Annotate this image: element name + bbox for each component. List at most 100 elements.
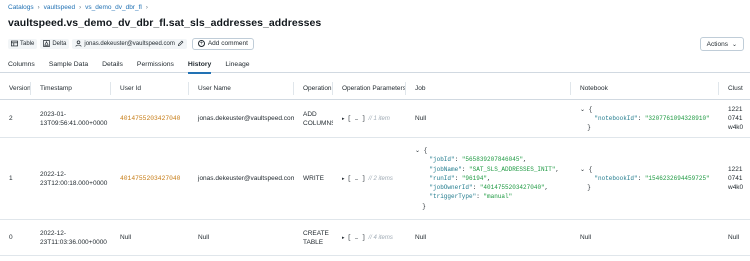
add-comment-button[interactable]: + Add comment <box>191 37 254 50</box>
cell-user-name: jonas.dekeuster@vaultspeed.com <box>198 175 294 182</box>
timestamp-time: 13T09:56:41.000+0000 <box>40 119 108 127</box>
timestamp-time: 23T12:00:18.000+0000 <box>40 179 108 187</box>
operation-line: ADD <box>303 110 317 118</box>
json-entry: "notebookId": "1546232694459725" <box>594 174 710 182</box>
timestamp-date: 2023-01- <box>40 110 67 118</box>
actions-button[interactable]: Actions ⌄ <box>699 37 744 51</box>
json-open: ⌄ { <box>415 147 428 155</box>
column-header-notebook[interactable]: Notebook <box>571 78 719 99</box>
cell-operation-parameters: ▸ [ … ] // 2 items <box>333 138 406 219</box>
operation-line: COLUMNS <box>303 119 333 127</box>
operation-line: CREATE <box>303 229 329 237</box>
cell-timestamp: 2023-01- 13T09:56:41.000+0000 <box>31 100 111 137</box>
timestamp-time: 23T11:03:36.000+0000 <box>40 238 107 246</box>
breadcrumb-item-schema[interactable]: vs_demo_dv_dbr_fl <box>85 4 142 11</box>
cell-user-id: 4014755203427040 <box>111 100 189 137</box>
json-entry: "jobOwnerId": "4014755203427040", <box>429 184 549 192</box>
table-row: 0 2022-12- 23T11:03:36.000+0000 Null Nul… <box>0 220 750 256</box>
column-header-operation-parameters[interactable]: Operation Parameters <box>333 78 406 99</box>
actions-label: Actions <box>706 40 728 48</box>
json-close: } <box>415 202 426 210</box>
tab-history[interactable]: History <box>187 56 212 74</box>
json-entry: "runId": "96194", <box>429 174 491 182</box>
history-table: Version Timestamp User Id User Name Oper… <box>0 78 750 256</box>
cell-timestamp: 2022-12- 23T11:03:36.000+0000 <box>31 220 111 255</box>
user-icon <box>75 40 82 47</box>
owner-badge[interactable]: jonas.dekeuster@vaultspeed.com <box>72 38 187 49</box>
user-id-value: 4014755203427040 <box>120 115 181 122</box>
column-header-version[interactable]: Version <box>0 78 31 99</box>
edit-icon <box>177 40 184 47</box>
cell-job: Null <box>415 115 427 122</box>
table-meta-row: Table Delta jonas.dekeuster@vaultspeed.c… <box>8 37 254 50</box>
user-id-value: 4014755203427040 <box>120 175 181 182</box>
cell-timestamp: 2022-12- 23T12:00:18.000+0000 <box>31 138 111 219</box>
cell-operation-parameters: ▸ [ … ] // 1 item <box>333 100 406 137</box>
breadcrumb-item-catalog[interactable]: vaultspeed <box>44 4 75 11</box>
column-header-operation[interactable]: Operation <box>294 78 333 99</box>
json-close: } <box>580 184 591 192</box>
cell-job: Null <box>415 234 427 241</box>
chevron-down-icon: ⌄ <box>731 41 737 48</box>
json-entry: "triggerType": "manual" <box>429 193 513 201</box>
json-entry: "notebookId": "3207761094328910" <box>594 114 710 122</box>
operation-parameters-toggle[interactable]: ▸ [ … ] // 4 items <box>342 234 393 241</box>
table-icon <box>11 40 18 47</box>
table-row: 2 2023-01- 13T09:56:41.000+0000 40147552… <box>0 100 750 138</box>
operation-line: TABLE <box>303 238 324 246</box>
column-header-job[interactable]: Job <box>406 78 571 99</box>
cell-cluster: 1221 0741 w4k0 <box>728 166 744 191</box>
cell-notebook: Null <box>580 234 592 241</box>
cell-version: 0 <box>9 234 13 241</box>
tab-bar: Columns Sample Data Details Permissions … <box>0 56 750 74</box>
notebook-json[interactable]: ⌄ { "notebookId": "1546232694459725" } <box>580 165 710 193</box>
table-type-label: Table <box>20 40 35 47</box>
json-close: } <box>580 124 591 132</box>
owner-email: jonas.dekeuster@vaultspeed.com <box>84 40 175 47</box>
column-header-user-id[interactable]: User Id <box>111 78 189 99</box>
json-entry: "jobId": "565839207846045", <box>429 156 527 164</box>
tab-lineage[interactable]: Lineage <box>225 56 249 73</box>
cell-operation: WRITE <box>303 175 324 182</box>
chevron-right-icon: › <box>37 4 40 11</box>
tab-columns[interactable]: Columns <box>8 56 35 73</box>
notebook-json[interactable]: ⌄ { "notebookId": "3207761094328910" } <box>580 105 710 133</box>
operation-parameters-toggle[interactable]: ▸ [ … ] // 1 item <box>342 115 390 122</box>
item-count: // 1 item <box>368 115 390 122</box>
json-open: ⌄ { <box>580 105 593 113</box>
plus-icon: + <box>197 40 205 47</box>
tab-sample-data[interactable]: Sample Data <box>49 56 88 73</box>
operation-parameters-toggle[interactable]: ▸ [ … ] // 2 items <box>342 175 393 182</box>
cell-job: ⌄ { "jobId": "565839207846045", "jobName… <box>406 138 571 219</box>
tab-details[interactable]: Details <box>102 56 123 73</box>
cell-user-id: Null <box>120 234 132 241</box>
cell-operation: CREATE TABLE <box>294 220 333 255</box>
cell-version: 1 <box>9 175 13 182</box>
column-header-cluster[interactable]: Clust <box>719 78 750 99</box>
json-entry: "jobName": "SAT_SLS_ADDRESSES_INIT", <box>429 165 560 173</box>
job-json[interactable]: ⌄ { "jobId": "565839207846045", "jobName… <box>415 146 559 210</box>
collapsed-brackets: [ … ] <box>347 234 366 241</box>
breadcrumb-item-catalogs[interactable]: Catalogs <box>8 4 34 11</box>
chevron-right-icon: ▸ <box>342 234 345 241</box>
page-title: vaultspeed.vs_demo_dv_dbr_fl.sat_sls_add… <box>8 17 322 29</box>
column-header-user-name[interactable]: User Name <box>189 78 294 99</box>
cell-operation: ADD COLUMNS <box>294 100 333 137</box>
cell-version: 2 <box>9 115 13 122</box>
chevron-right-icon: › <box>145 4 148 11</box>
item-count: // 4 items <box>368 234 393 241</box>
cell-operation-parameters: ▸ [ … ] // 4 items <box>333 220 406 255</box>
cell-notebook: ⌄ { "notebookId": "1546232694459725" } <box>571 138 719 219</box>
item-count: // 2 items <box>368 175 393 182</box>
table-row: 1 2022-12- 23T12:00:18.000+0000 40147552… <box>0 138 750 220</box>
chevron-right-icon: › <box>79 4 82 11</box>
table-format-label: Delta <box>52 40 67 47</box>
chevron-right-icon: ▸ <box>342 175 345 182</box>
table-format-badge: Delta <box>40 38 70 49</box>
timestamp-date: 2022-12- <box>40 229 67 237</box>
collapsed-brackets: [ … ] <box>347 175 366 182</box>
cell-cluster: 1221 0741 w4k0 <box>728 106 744 131</box>
column-header-timestamp[interactable]: Timestamp <box>31 78 111 99</box>
tab-permissions[interactable]: Permissions <box>137 56 174 73</box>
timestamp-date: 2022-12- <box>40 170 67 178</box>
